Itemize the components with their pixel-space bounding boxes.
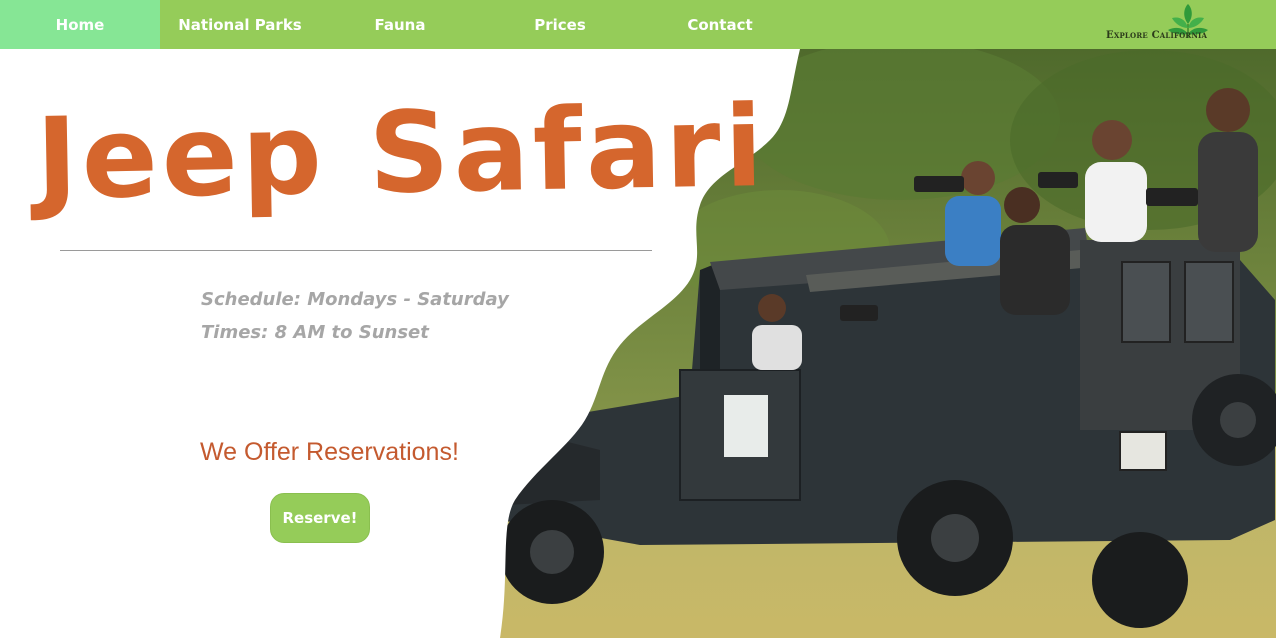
- title-divider: [60, 250, 652, 251]
- schedule-line: Schedule: Mondays - Saturday: [201, 289, 509, 310]
- nav-item-home[interactable]: Home: [0, 0, 160, 49]
- reservation-caption: We Offer Reservations!: [200, 438, 459, 466]
- site-logo[interactable]: Explore California: [1100, 0, 1230, 49]
- times-line: Times: 8 AM to Sunset: [201, 322, 429, 343]
- reserve-button[interactable]: Reserve!: [270, 493, 370, 543]
- logo-text: Explore California: [1106, 30, 1208, 41]
- nav-item-national-parks[interactable]: National Parks: [160, 0, 320, 49]
- schedule-info: Schedule: Mondays - Saturday Times: 8 AM…: [201, 283, 509, 349]
- main-nav: Home National Parks Fauna Prices Contact…: [0, 0, 1276, 49]
- nav-item-fauna[interactable]: Fauna: [320, 0, 480, 49]
- nav-item-prices[interactable]: Prices: [480, 0, 640, 49]
- nav-item-contact[interactable]: Contact: [640, 0, 800, 49]
- page-title: Jeep Safari: [34, 82, 769, 225]
